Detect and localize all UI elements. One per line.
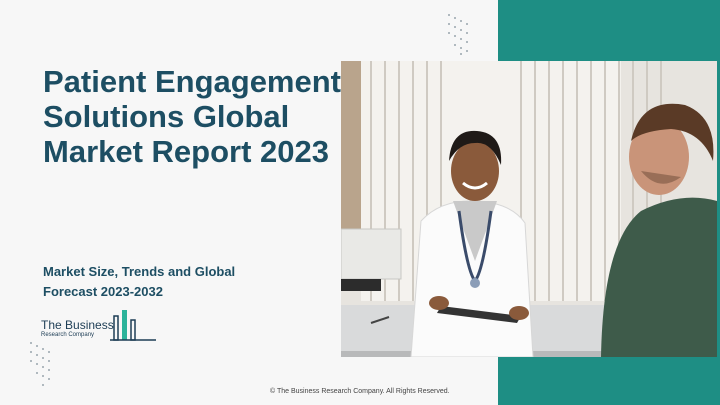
doctor-patient-photo (341, 61, 717, 357)
dot-grid-bottom (30, 342, 50, 386)
copyright-footer: © The Business Research Company. All Rig… (270, 388, 450, 395)
company-logo: The Business Research Company (40, 306, 160, 344)
dot-grid-top (448, 14, 468, 55)
logo-line2: Research Company (41, 332, 95, 338)
logo-bars-icon (110, 310, 156, 341)
report-title: Patient Engagement Solutions Global Mark… (43, 64, 341, 169)
logo-line1: The Business (41, 318, 114, 332)
report-subtitle: Market Size, Trends and Global Forecast … (43, 264, 236, 299)
